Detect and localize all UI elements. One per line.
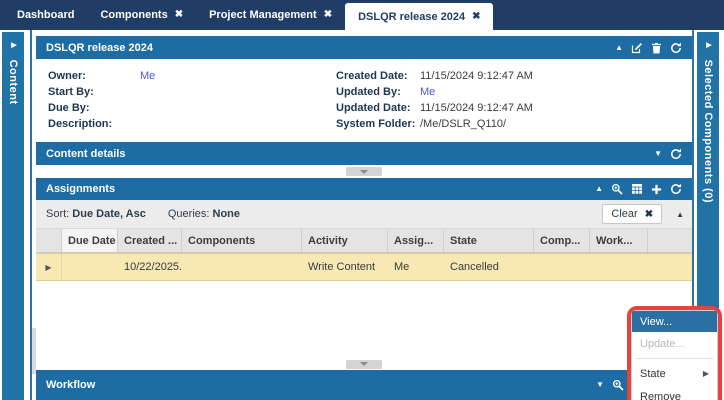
search-icon[interactable] bbox=[612, 379, 624, 391]
workflow-header[interactable]: Workflow ▼ bbox=[36, 370, 692, 400]
sort-summary: Sort: Due Date, Asc bbox=[46, 208, 146, 220]
column-header-workflow[interactable]: Work... bbox=[590, 229, 648, 252]
cell-assigned: Me bbox=[388, 254, 444, 280]
detail-row-due-by: Due By: bbox=[48, 100, 155, 116]
cell-components bbox=[182, 254, 302, 280]
project-title: DSLQR release 2024 bbox=[46, 42, 153, 54]
updated-by-link[interactable]: Me bbox=[420, 84, 435, 100]
menu-item-update: Update... bbox=[632, 332, 717, 355]
annotation-highlight-red-box: View... Update... State ▶ Remove Initiat… bbox=[627, 306, 722, 400]
cell-completed bbox=[534, 254, 590, 280]
workspace: ▶ Content ▶ Selected Components (0) DSLQ… bbox=[0, 30, 724, 400]
cell-workflow bbox=[590, 254, 648, 280]
refresh-icon[interactable] bbox=[670, 42, 682, 54]
close-icon[interactable]: ✖ bbox=[324, 10, 332, 20]
column-header-due-date[interactable]: Due Date bbox=[62, 229, 118, 252]
sort-queries-bar: Sort: Due Date, Asc Queries: None Clear … bbox=[36, 200, 692, 229]
menu-item-state[interactable]: State ▶ bbox=[632, 362, 717, 385]
project-details: Owner: Me Start By: Due By: Description: bbox=[36, 59, 692, 139]
column-header-assigned[interactable]: Assig... bbox=[388, 229, 444, 252]
sidebar-content-label: ▶ Content bbox=[7, 32, 19, 105]
row-expander-icon[interactable]: ▶ bbox=[36, 254, 62, 280]
expand-icon: ▶ bbox=[9, 41, 17, 49]
cell-created: 10/22/2025... bbox=[118, 254, 182, 280]
main-panel: DSLQR release 2024 ▲ Owner: Me Start By: bbox=[36, 36, 692, 400]
assignments-title: Assignments bbox=[46, 183, 115, 195]
submenu-arrow-icon: ▶ bbox=[703, 369, 709, 378]
tab-label: Dashboard bbox=[17, 9, 74, 21]
column-header-state[interactable]: State bbox=[444, 229, 534, 252]
context-menu: View... Update... State ▶ Remove Initiat… bbox=[631, 310, 718, 400]
tab-label: DSLQR release 2024 bbox=[358, 11, 465, 23]
details-right-column: Created Date: 11/15/2024 9:12:47 AM Upda… bbox=[336, 68, 533, 132]
close-icon[interactable]: ✖ bbox=[472, 12, 480, 22]
tab-dashboard[interactable]: Dashboard bbox=[4, 0, 87, 30]
content-details-title: Content details bbox=[46, 148, 125, 160]
detail-row-description: Description: bbox=[48, 116, 155, 132]
detail-row-owner: Owner: Me bbox=[48, 68, 155, 84]
expand-icon: ▶ bbox=[704, 41, 712, 49]
tab-bar: Dashboard Components ✖ Project Managemen… bbox=[0, 0, 724, 30]
content-details-header[interactable]: Content details ▼ bbox=[36, 142, 692, 165]
sidebar-selected-components-label: ▶ Selected Components (0) bbox=[702, 32, 714, 203]
refresh-icon[interactable] bbox=[670, 148, 682, 160]
menu-item-view[interactable]: View... bbox=[632, 311, 717, 332]
column-header-components[interactable]: Components bbox=[182, 229, 302, 252]
splitter-row bbox=[36, 165, 692, 178]
collapse-icon[interactable]: ▲ bbox=[595, 185, 603, 193]
assignments-table-body bbox=[36, 281, 692, 358]
column-header-completed[interactable]: Comp... bbox=[534, 229, 590, 252]
tab-components[interactable]: Components ✖ bbox=[87, 0, 196, 30]
menu-item-remove[interactable]: Remove bbox=[632, 385, 717, 400]
sidebar-content-collapsed[interactable]: ▶ Content bbox=[2, 32, 24, 400]
owner-link[interactable]: Me bbox=[140, 68, 155, 84]
horizontal-splitter-handle[interactable] bbox=[346, 360, 382, 369]
grid-view-icon[interactable] bbox=[631, 183, 643, 195]
workflow-title: Workflow bbox=[46, 379, 95, 391]
cell-filler bbox=[648, 254, 692, 280]
delete-icon[interactable] bbox=[651, 42, 662, 54]
search-icon[interactable] bbox=[611, 183, 623, 195]
sort-value: Due Date, Asc bbox=[72, 208, 146, 220]
cell-state: Cancelled bbox=[444, 254, 534, 280]
tab-dslqr-release-2024[interactable]: DSLQR release 2024 ✖ bbox=[345, 3, 493, 30]
splitter-row bbox=[36, 358, 692, 370]
queries-value: None bbox=[213, 208, 241, 220]
column-header-filler bbox=[648, 229, 692, 252]
assignment-row-selected[interactable]: ▶ 10/22/2025... Write Content Me Cancell… bbox=[36, 253, 692, 281]
column-header-created[interactable]: Created ... bbox=[118, 229, 182, 252]
detail-row-system-folder: System Folder: /Me/DSLR_Q110/ bbox=[336, 116, 533, 132]
cell-activity: Write Content bbox=[302, 254, 388, 280]
clear-button[interactable]: Clear ✖ bbox=[602, 204, 662, 224]
expand-icon[interactable]: ▼ bbox=[654, 150, 662, 158]
horizontal-splitter-handle[interactable] bbox=[346, 167, 382, 176]
detail-row-created-date: Created Date: 11/15/2024 9:12:47 AM bbox=[336, 68, 533, 84]
assignments-table-header: Due Date Created ... Components Activity… bbox=[36, 229, 692, 253]
collapse-icon[interactable]: ▲ bbox=[615, 44, 623, 52]
queries-summary: Queries: None bbox=[168, 208, 240, 220]
assignments-header[interactable]: Assignments ▲ bbox=[36, 178, 692, 200]
collapse-filter-icon[interactable]: ▲ bbox=[676, 210, 684, 219]
detail-row-updated-date: Updated Date: 11/15/2024 9:12:47 AM bbox=[336, 100, 533, 116]
tab-label: Project Management bbox=[209, 9, 317, 21]
expand-icon[interactable]: ▼ bbox=[596, 381, 604, 389]
menu-separator bbox=[636, 358, 713, 359]
detail-row-updated-by: Updated By: Me bbox=[336, 84, 533, 100]
cell-due-date bbox=[62, 254, 118, 280]
project-panel-header: DSLQR release 2024 ▲ bbox=[36, 36, 692, 59]
add-icon[interactable] bbox=[651, 184, 662, 195]
column-header-expander bbox=[36, 229, 62, 252]
close-icon: ✖ bbox=[645, 209, 653, 220]
tab-label: Components bbox=[100, 9, 167, 21]
close-icon[interactable]: ✖ bbox=[175, 10, 183, 20]
edit-icon[interactable] bbox=[631, 42, 643, 54]
column-header-activity[interactable]: Activity bbox=[302, 229, 388, 252]
details-left-column: Owner: Me Start By: Due By: Description: bbox=[48, 68, 155, 132]
tab-project-management[interactable]: Project Management ✖ bbox=[196, 0, 345, 30]
detail-row-start-by: Start By: bbox=[48, 84, 155, 100]
refresh-icon[interactable] bbox=[670, 183, 682, 195]
